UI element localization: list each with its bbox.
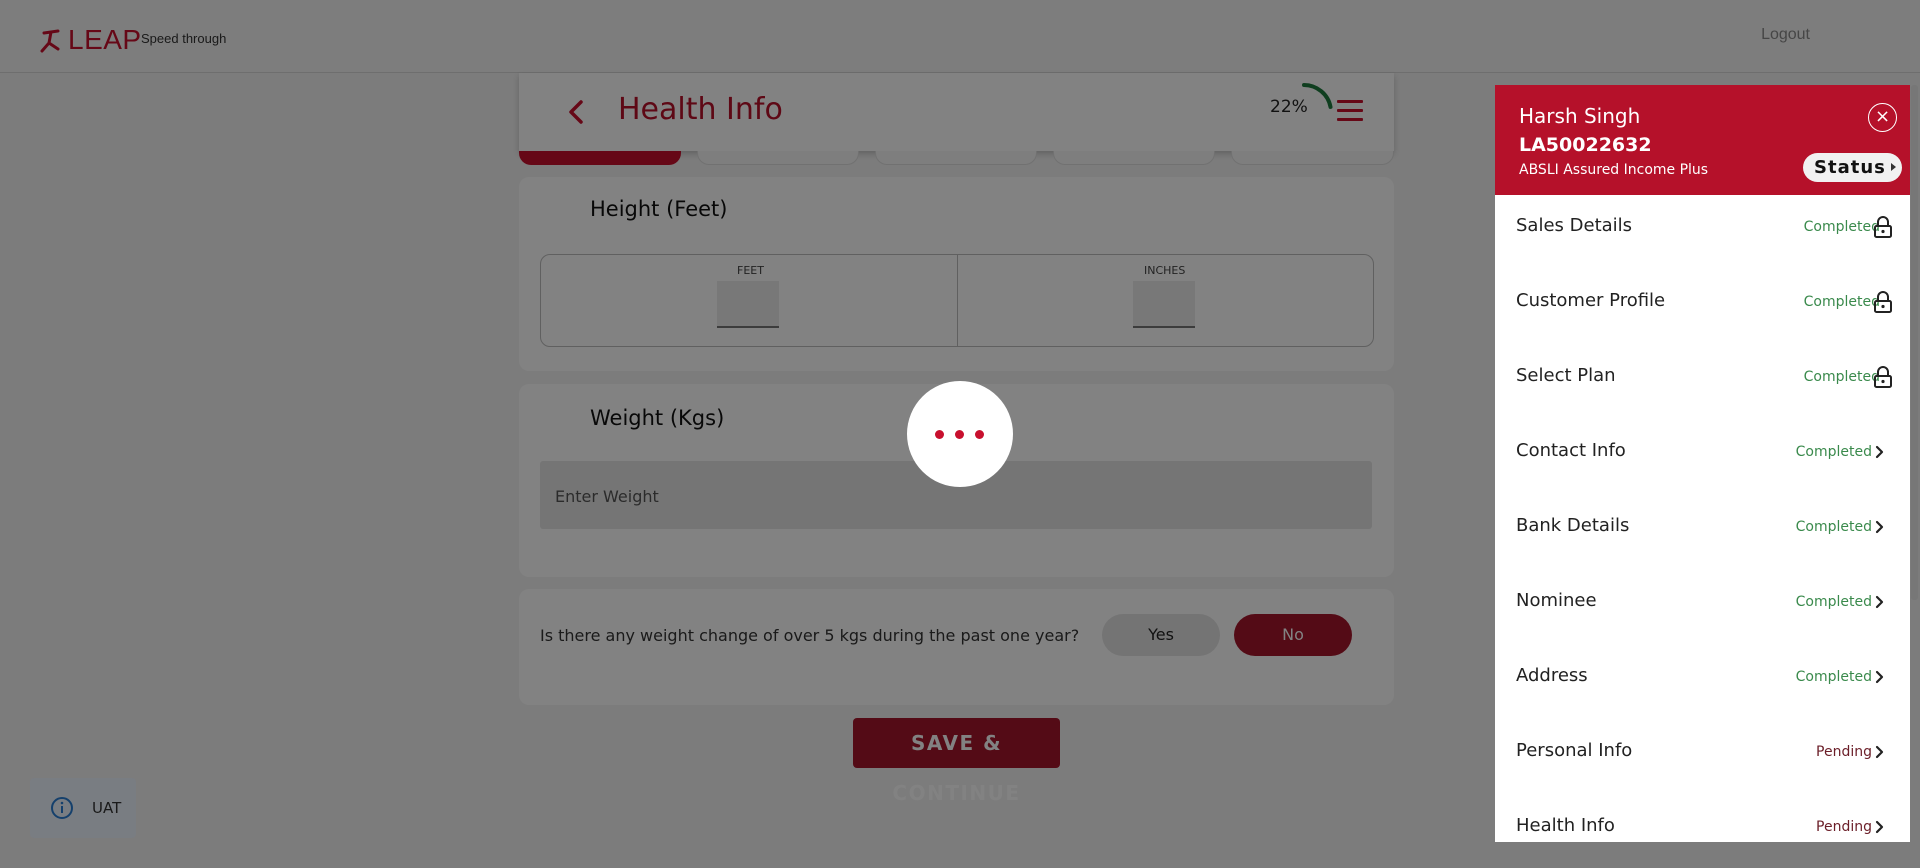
sidebar-header: Harsh Singh LA50022632 ABSLI Assured Inc… — [1495, 85, 1910, 195]
sidebar-item-label: Health Info — [1516, 815, 1615, 836]
close-icon[interactable]: × — [1868, 103, 1897, 132]
sidebar-item-status: Completed — [1803, 294, 1880, 310]
sidebar-item-status: Pending — [1816, 744, 1872, 760]
sidebar-item-status: Completed — [1803, 369, 1880, 385]
application-sidebar: Harsh Singh LA50022632 ABSLI Assured Inc… — [1495, 85, 1910, 842]
sidebar-item[interactable]: Customer Profile Completed — [1495, 270, 1910, 345]
loading-spinner — [907, 381, 1013, 487]
sidebar-item[interactable]: Contact Info Completed — [1495, 420, 1910, 495]
sidebar-item-status: Completed — [1795, 519, 1872, 535]
chevron-right-icon — [1875, 445, 1884, 459]
lock-icon — [1874, 291, 1892, 313]
status-button-label: Status — [1814, 157, 1886, 178]
lock-icon — [1874, 216, 1892, 238]
lock-icon — [1874, 366, 1892, 388]
sidebar-item-status: Completed — [1795, 444, 1872, 460]
chevron-right-icon — [1875, 520, 1884, 534]
loading-dot — [975, 430, 984, 439]
sidebar-item-status: Completed — [1795, 594, 1872, 610]
loading-dot — [955, 430, 964, 439]
customer-name: Harsh Singh — [1519, 104, 1641, 128]
sidebar-item[interactable]: Health Info Pending — [1495, 795, 1910, 842]
sidebar-item-label: Address — [1516, 665, 1588, 686]
sidebar-item[interactable]: Sales Details Completed — [1495, 195, 1910, 270]
sidebar-item-label: Personal Info — [1516, 740, 1633, 761]
sidebar-item[interactable]: Personal Info Pending — [1495, 720, 1910, 795]
sidebar-steps: Sales Details Completed Customer Profile Co… — [1495, 195, 1910, 842]
sidebar-item[interactable]: Bank Details Completed — [1495, 495, 1910, 570]
sidebar-item-status: Completed — [1795, 669, 1872, 685]
chevron-right-icon — [1875, 595, 1884, 609]
loading-dot — [935, 430, 944, 439]
sidebar-scrollbar[interactable] — [1911, 85, 1918, 600]
sidebar-item-label: Customer Profile — [1516, 290, 1666, 311]
status-button[interactable]: Status — [1803, 153, 1902, 182]
sidebar-item-label: Select Plan — [1516, 365, 1616, 386]
application-id: LA50022632 — [1519, 134, 1652, 156]
chevron-right-icon — [1875, 820, 1884, 834]
sidebar-item-label: Nominee — [1516, 590, 1597, 611]
sidebar-item-status: Completed — [1803, 219, 1880, 235]
sidebar-item-label: Bank Details — [1516, 515, 1630, 536]
sidebar-item-label: Contact Info — [1516, 440, 1626, 461]
plan-name: ABSLI Assured Income Plus — [1519, 162, 1709, 178]
sidebar-item[interactable]: Address Completed — [1495, 645, 1910, 720]
sidebar-item[interactable]: Select Plan Completed — [1495, 345, 1910, 420]
caret-right-icon — [1891, 163, 1896, 171]
sidebar-item-status: Pending — [1816, 819, 1872, 835]
chevron-right-icon — [1875, 745, 1884, 759]
chevron-right-icon — [1875, 670, 1884, 684]
sidebar-item[interactable]: Nominee Completed — [1495, 570, 1910, 645]
sidebar-item-label: Sales Details — [1516, 215, 1633, 236]
